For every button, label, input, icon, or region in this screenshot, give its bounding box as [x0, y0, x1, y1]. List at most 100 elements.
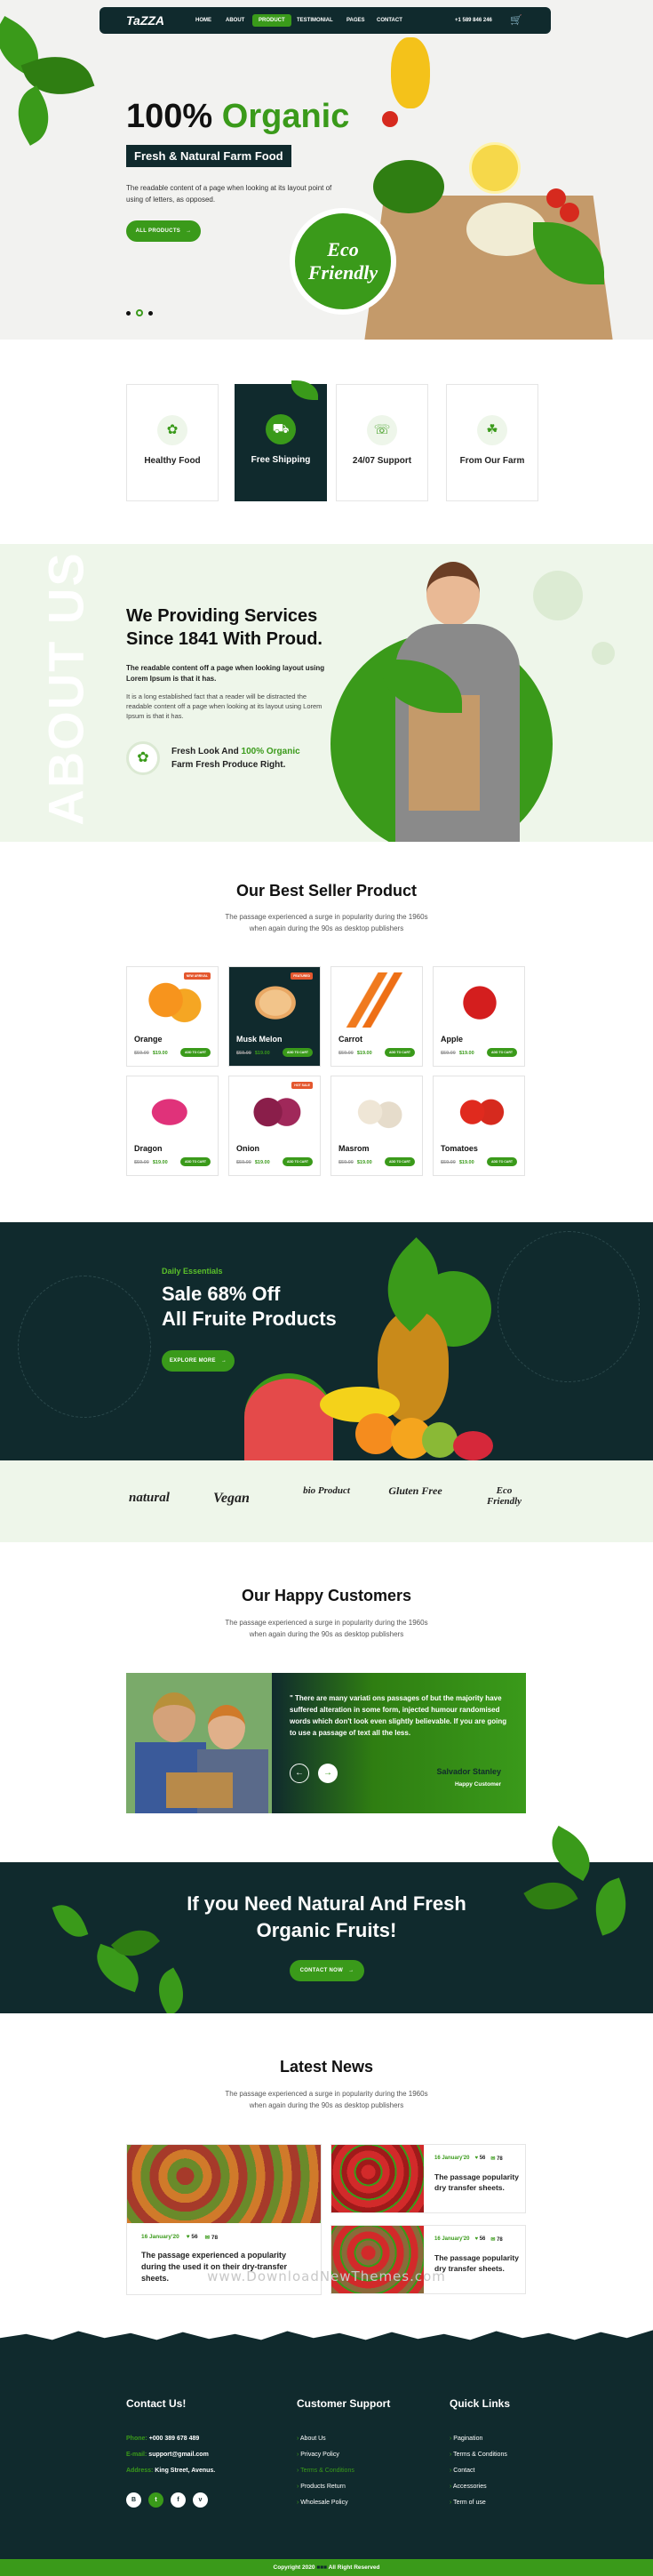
product-image: [136, 1082, 211, 1137]
copyright-mark: ■■■: [316, 2564, 328, 2571]
product-name[interactable]: Apple: [441, 1035, 463, 1044]
product-name[interactable]: Onion: [236, 1144, 259, 1153]
nav-item-contact[interactable]: CONTACT: [377, 18, 402, 23]
footer-email[interactable]: support@gmail.com: [148, 2452, 209, 2458]
brands-section: natural Vegan bio Product Gluten Free Ec…: [0, 1460, 653, 1542]
product-card[interactable]: Masrom $59.00 $19.00 ADD TO CART: [330, 1076, 423, 1176]
add-to-cart-button[interactable]: ADD TO CART: [282, 1157, 313, 1166]
nav-item-home[interactable]: HOME: [195, 18, 211, 23]
footer-link[interactable]: › Terms & Conditions: [297, 2463, 354, 2479]
contact-title: Contact Us!: [126, 2397, 187, 2410]
brand-logo-gluten[interactable]: Gluten Free: [386, 1485, 444, 1497]
product-card[interactable]: Tomatoes $59.00 $19.00 ADD TO CART: [433, 1076, 525, 1176]
footer-link[interactable]: › Wholesale Policy: [297, 2495, 354, 2511]
footer-link[interactable]: › Term of use: [450, 2495, 507, 2511]
nav-item-testimonial[interactable]: TESTIMONIAL: [297, 18, 333, 23]
brand-logo-bio[interactable]: bio Product: [302, 1485, 351, 1496]
add-to-cart-button[interactable]: ADD TO CART: [486, 1048, 517, 1057]
social-icons: B t f v: [126, 2492, 208, 2508]
add-to-cart-button[interactable]: ADD TO CART: [179, 1048, 211, 1057]
footer-link[interactable]: › Contact: [450, 2463, 507, 2479]
product-card[interactable]: Carrot $59.00 $19.00 ADD TO CART: [330, 966, 423, 1067]
copyright-bar: Copyright 2020 ■■■ All Right Reserved: [0, 2559, 653, 2576]
feature-card[interactable]: ☏ 24/07 Support: [336, 384, 428, 501]
prev-button[interactable]: ←: [290, 1764, 309, 1783]
slider-dots[interactable]: [126, 309, 153, 316]
product-card[interactable]: NEW ARRIVAL Orange $59.00 $19.00 ADD TO CART: [126, 966, 219, 1067]
brand-logo-eco[interactable]: Eco Friendly: [480, 1485, 529, 1507]
logo[interactable]: TaZZA: [126, 13, 164, 28]
product-image: [136, 972, 211, 1028]
product-card[interactable]: FEATURED Musk Melon $59.00 $19.00 ADD TO CAR…: [228, 966, 321, 1067]
news-card-small[interactable]: 16 January'20 ♥ 56 ✉ 78 The passage popu…: [330, 2144, 526, 2213]
contact-now-button[interactable]: CONTACT NOW →: [290, 1960, 364, 1981]
all-products-button[interactable]: ALL PRODUCTS →: [126, 220, 201, 242]
footer: Contact Us! Phone: +000 389 678 489 E-ma…: [0, 2326, 653, 2576]
product-name[interactable]: Tomatoes: [441, 1144, 478, 1153]
product-badge: HOT SALE: [291, 1082, 313, 1089]
add-to-cart-button[interactable]: ADD TO CART: [384, 1048, 415, 1057]
comments: ✉ 78: [490, 2156, 503, 2162]
nav-item-about[interactable]: ABOUT: [226, 18, 244, 23]
footer-link-label: Pagination: [453, 2436, 483, 2442]
product-name[interactable]: Dragon: [134, 1144, 163, 1153]
kiwi: [422, 1422, 458, 1458]
footer-link[interactable]: › Accessories: [450, 2479, 507, 2495]
current-price: $19.00: [152, 1160, 168, 1165]
footer-link-label: Term of use: [453, 2500, 486, 2506]
doodle-decoration: [18, 1276, 151, 1418]
news-headline[interactable]: The passage popularity dry transfer shee…: [434, 2172, 519, 2193]
product-card[interactable]: Apple $59.00 $19.00 ADD TO CART: [433, 966, 525, 1067]
farm-icon: ☘: [477, 415, 507, 445]
facebook-icon[interactable]: f: [171, 2492, 186, 2508]
cta-title-b: Organic Fruits!: [256, 1919, 397, 1941]
product-name[interactable]: Carrot: [338, 1035, 362, 1044]
slider-dot-active[interactable]: [136, 309, 143, 316]
brand-logo-vegan[interactable]: Vegan: [213, 1491, 250, 1507]
promo-title-a: Sale 68% Off: [162, 1283, 281, 1305]
feature-card[interactable]: ☘ From Our Farm: [446, 384, 538, 501]
behance-icon[interactable]: B: [126, 2492, 141, 2508]
add-to-cart-button[interactable]: ADD TO CART: [282, 1048, 313, 1057]
spinach-leaf: [5, 85, 61, 146]
brand-logo-natural[interactable]: natural: [129, 1491, 170, 1506]
product-image: [442, 1082, 517, 1137]
footer-link[interactable]: › Terms & Conditions: [450, 2447, 507, 2463]
footer-phone[interactable]: +000 389 678 489: [149, 2436, 200, 2442]
support-icon: ☏: [367, 415, 397, 445]
feature-card-active[interactable]: ⛟ Free Shipping: [235, 380, 327, 501]
explore-label: EXPLORE MORE: [169, 1358, 216, 1364]
product-name[interactable]: Orange: [134, 1035, 163, 1044]
product-name[interactable]: Masrom: [338, 1144, 370, 1153]
footer-link[interactable]: › Pagination: [450, 2431, 507, 2447]
hero-title-b: Organic: [221, 98, 350, 135]
footer-link[interactable]: › About Us: [297, 2431, 354, 2447]
add-to-cart-button[interactable]: ADD TO CART: [486, 1157, 517, 1166]
comments: ✉ 78: [204, 2235, 219, 2241]
nav-item-product[interactable]: PRODUCT: [252, 14, 291, 27]
customer-name: Salvador Stanley: [436, 1767, 501, 1776]
watermelon: [244, 1373, 333, 1460]
slider-dot[interactable]: [126, 310, 131, 316]
twitter-icon[interactable]: t: [148, 2492, 163, 2508]
cart-icon[interactable]: 🛒: [510, 14, 522, 26]
product-name[interactable]: Musk Melon: [236, 1035, 283, 1044]
feature-card[interactable]: ✿ Healthy Food: [126, 384, 219, 501]
slider-dot[interactable]: [148, 310, 153, 316]
quick-links-title: Quick Links: [450, 2397, 511, 2410]
vimeo-icon[interactable]: v: [193, 2492, 208, 2508]
footer-link[interactable]: › Privacy Policy: [297, 2447, 354, 2463]
explore-more-button[interactable]: EXPLORE MORE →: [162, 1350, 235, 1372]
product-card[interactable]: Dragon $59.00 $19.00 ADD TO CART: [126, 1076, 219, 1176]
next-button[interactable]: →: [318, 1764, 338, 1783]
site-watermark: www.DownloadNewThemes.com: [207, 2268, 446, 2284]
badge-top: Eco: [327, 238, 359, 260]
add-to-cart-button[interactable]: ADD TO CART: [384, 1157, 415, 1166]
add-to-cart-button[interactable]: ADD TO CART: [179, 1157, 211, 1166]
footer-link[interactable]: › Products Return: [297, 2479, 354, 2495]
product-card[interactable]: HOT SALE Onion $59.00 $19.00 ADD TO CART: [228, 1076, 321, 1176]
product-image: [340, 1082, 415, 1137]
nav-item-pages[interactable]: PAGES: [346, 18, 365, 23]
news-image: [127, 2145, 321, 2223]
about-section: ABOUT US We Providing Services Since 184…: [0, 544, 653, 842]
